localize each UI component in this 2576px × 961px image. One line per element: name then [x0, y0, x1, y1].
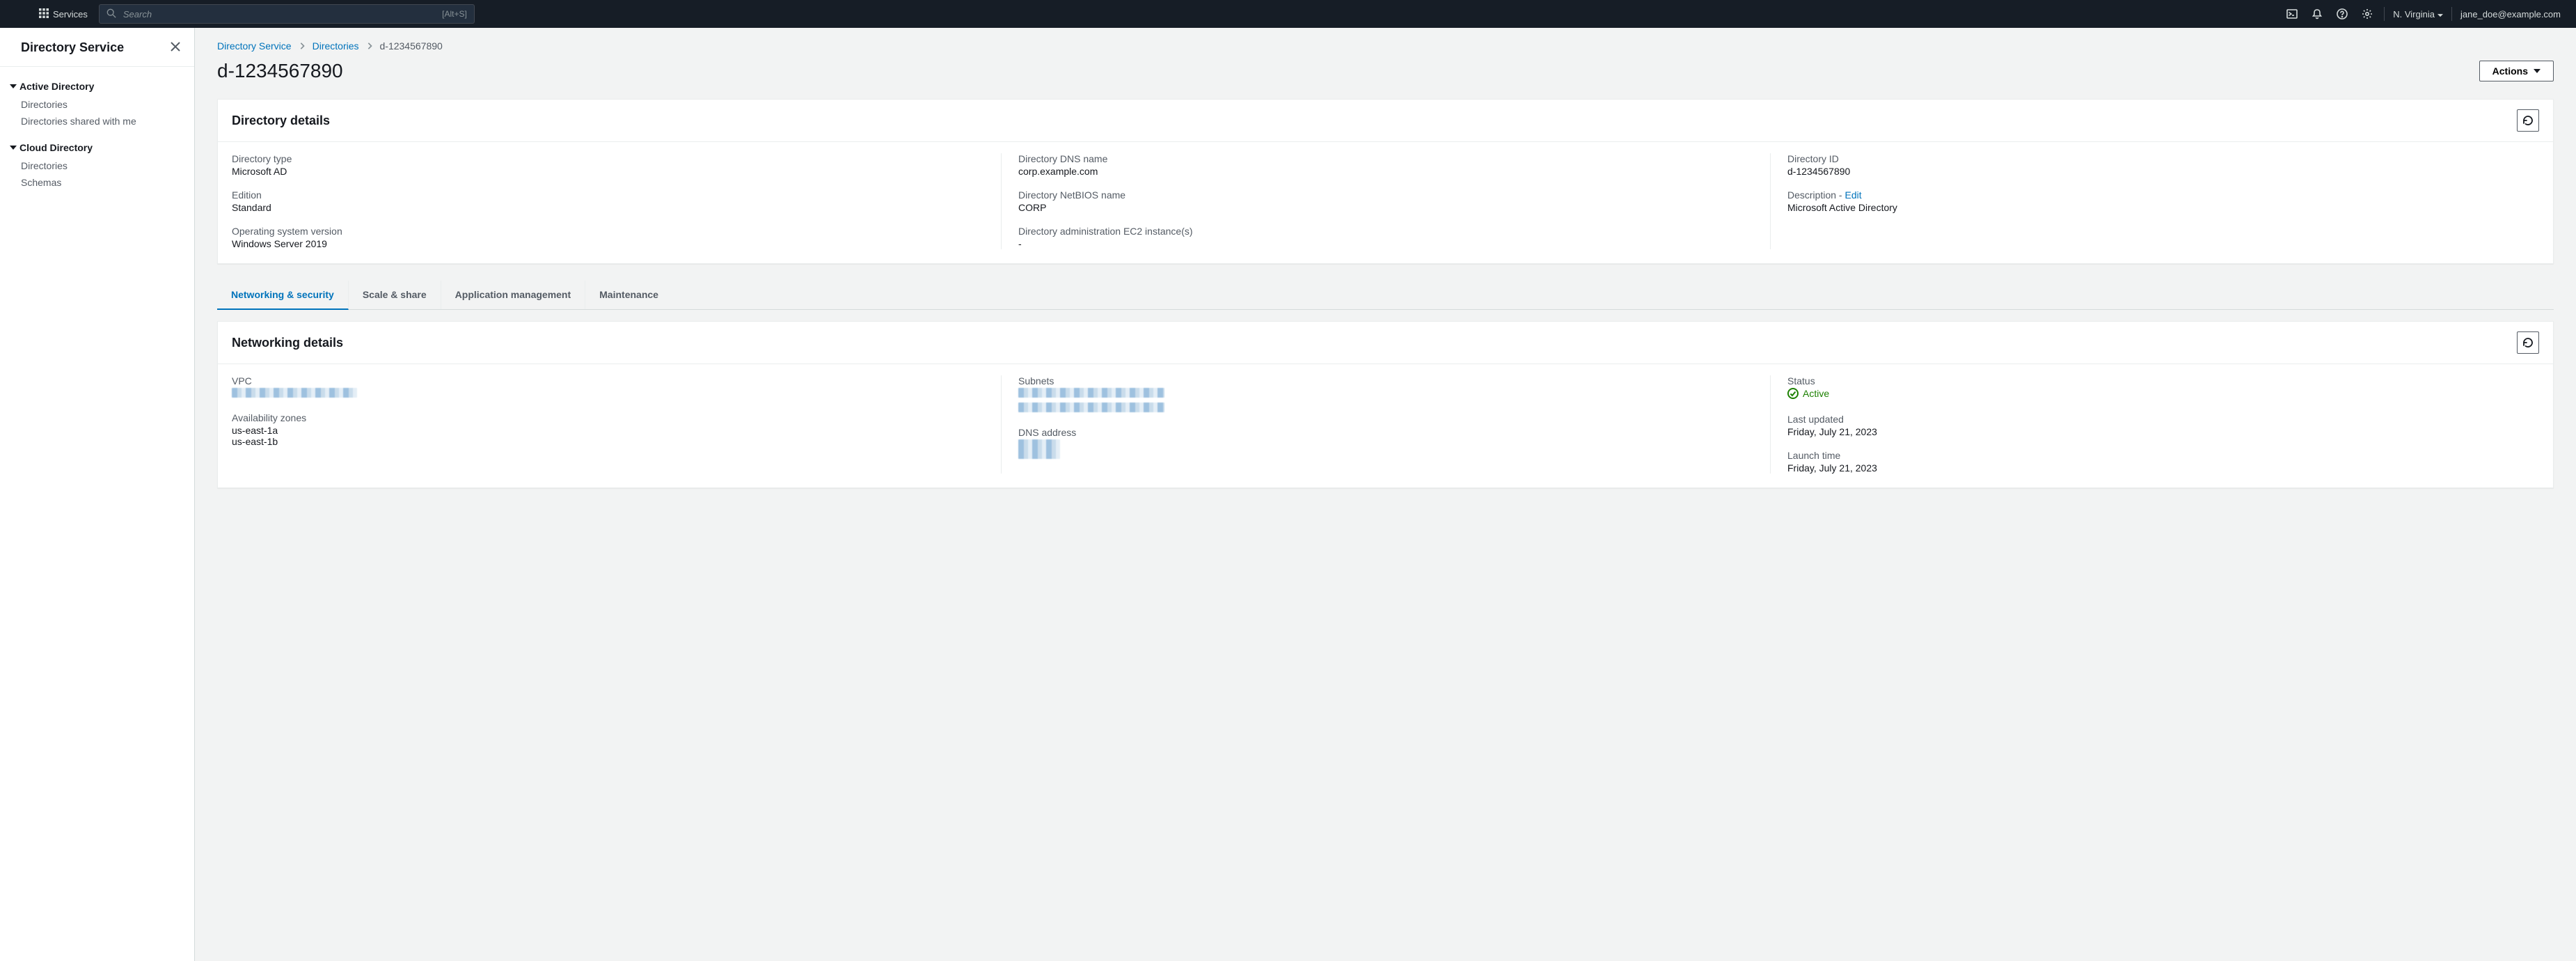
panel-title: Directory details [232, 114, 330, 128]
dns-name-label: Directory DNS name [1018, 153, 1753, 164]
status-text: Active [1803, 388, 1829, 399]
description-edit-link[interactable]: Edit [1844, 189, 1861, 201]
last-updated-label: Last updated [1787, 414, 2522, 425]
search-input[interactable] [122, 8, 442, 20]
refresh-button[interactable] [2517, 331, 2539, 354]
os-version-label: Operating system version [232, 226, 984, 237]
services-label: Services [53, 9, 88, 19]
refresh-button[interactable] [2517, 109, 2539, 132]
dns-name-value: corp.example.com [1018, 166, 1753, 177]
dns-address-value [1018, 439, 1753, 461]
refresh-icon [2522, 115, 2534, 126]
breadcrumb-link-service[interactable]: Directory Service [217, 40, 292, 52]
directory-type-value: Microsoft AD [232, 166, 984, 177]
nav-group-label: Active Directory [19, 81, 94, 92]
settings-icon[interactable] [2355, 0, 2380, 28]
nav-item-schemas[interactable]: Schemas [0, 174, 194, 191]
description-value: Microsoft Active Directory [1787, 202, 2522, 213]
launch-time-label: Launch time [1787, 450, 2522, 461]
global-search[interactable]: [Alt+S] [99, 4, 475, 24]
help-icon[interactable] [2330, 0, 2355, 28]
redacted-value [1018, 403, 1164, 412]
redacted-value [232, 388, 357, 398]
status-ok-icon [1787, 388, 1799, 399]
tab-networking-security[interactable]: Networking & security [217, 281, 349, 310]
nav-group-active-directory[interactable]: Active Directory [0, 75, 194, 96]
tab-scale-share[interactable]: Scale & share [349, 281, 441, 309]
tabs: Networking & security Scale & share Appl… [217, 281, 2554, 310]
user-label: jane_doe@example.com [2460, 9, 2561, 19]
tab-application-management[interactable]: Application management [441, 281, 585, 309]
status-label: Status [1787, 375, 2522, 386]
networking-details-panel: Networking details VPC Availability zone… [217, 321, 2554, 488]
page-title: d-1234567890 [217, 60, 343, 82]
nav-group-cloud-directory[interactable]: Cloud Directory [0, 136, 194, 157]
breadcrumb: Directory Service Directories d-12345678… [195, 28, 2576, 60]
az-label: Availability zones [232, 412, 984, 423]
actions-button[interactable]: Actions [2479, 61, 2554, 81]
netbios-label: Directory NetBIOS name [1018, 189, 1753, 201]
breadcrumb-link-directories[interactable]: Directories [313, 40, 359, 52]
sidebar: Directory Service Active Directory Direc… [0, 28, 195, 961]
directory-details-panel: Directory details Directory type Microso… [217, 99, 2554, 264]
chevron-right-icon [366, 40, 373, 52]
caret-down-icon [2534, 68, 2541, 75]
redacted-value [1018, 388, 1164, 398]
subnets-value [1018, 388, 1753, 414]
caret-down-icon [10, 81, 17, 92]
vpc-value [232, 388, 984, 400]
netbios-value: CORP [1018, 202, 1753, 213]
edition-value: Standard [232, 202, 984, 213]
launch-time-value: Friday, July 21, 2023 [1787, 462, 2522, 474]
region-label: N. Virginia [2393, 9, 2435, 19]
description-label: Description - Edit [1787, 189, 2522, 201]
directory-id-label: Directory ID [1787, 153, 2522, 164]
search-shortcut: [Alt+S] [442, 9, 467, 19]
admin-ec2-value: - [1018, 238, 1753, 249]
region-selector[interactable]: N. Virginia [2389, 9, 2447, 19]
actions-label: Actions [2492, 65, 2528, 77]
last-updated-value: Friday, July 21, 2023 [1787, 426, 2522, 437]
caret-down-icon [10, 142, 17, 153]
az-value-2: us-east-1b [232, 436, 984, 447]
status-value: Active [1787, 388, 2522, 401]
nav-item-directories-shared[interactable]: Directories shared with me [0, 113, 194, 130]
chevron-right-icon [299, 40, 306, 52]
user-menu[interactable]: jane_doe@example.com [2456, 9, 2565, 19]
edition-label: Edition [232, 189, 984, 201]
breadcrumb-current: d-1234567890 [380, 40, 443, 52]
nav-item-cloud-directories[interactable]: Directories [0, 157, 194, 174]
redacted-value [1018, 439, 1060, 459]
panel-title: Networking details [232, 336, 343, 350]
caret-down-icon [2437, 9, 2443, 19]
search-icon [106, 8, 122, 20]
services-menu[interactable]: Services [39, 8, 88, 20]
admin-ec2-label: Directory administration EC2 instance(s) [1018, 226, 1753, 237]
directory-id-value: d-1234567890 [1787, 166, 2522, 177]
os-version-value: Windows Server 2019 [232, 238, 984, 249]
grid-icon [39, 8, 49, 20]
vpc-label: VPC [232, 375, 984, 386]
main-content: Directory Service Directories d-12345678… [195, 28, 2576, 961]
subnets-label: Subnets [1018, 375, 1753, 386]
nav-item-directories[interactable]: Directories [0, 96, 194, 113]
nav-group-label: Cloud Directory [19, 142, 93, 153]
refresh-icon [2522, 337, 2534, 348]
dns-address-label: DNS address [1018, 427, 1753, 438]
directory-type-label: Directory type [232, 153, 984, 164]
sidebar-close-button[interactable] [171, 42, 180, 54]
notifications-icon[interactable] [2305, 0, 2330, 28]
sidebar-title: Directory Service [21, 40, 124, 55]
cloudshell-icon[interactable] [2279, 0, 2305, 28]
global-header: Services [Alt+S] N. Virginia jane_doe@ex… [0, 0, 2576, 28]
tab-maintenance[interactable]: Maintenance [585, 281, 672, 309]
az-value-1: us-east-1a [232, 425, 984, 436]
